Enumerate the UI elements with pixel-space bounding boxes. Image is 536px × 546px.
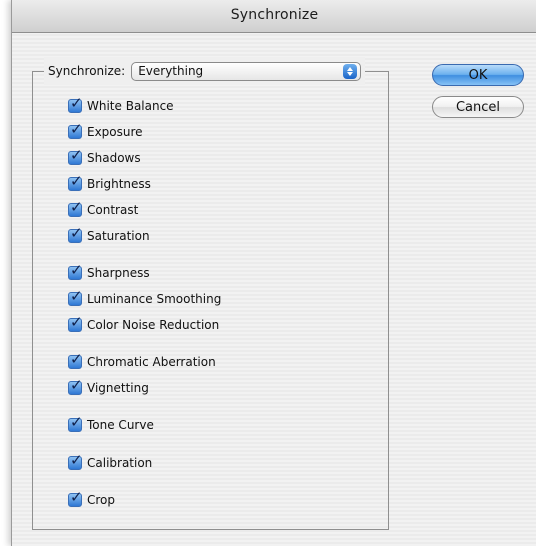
checkbox-contrast[interactable]: ✓ Contrast bbox=[68, 198, 139, 219]
checkbox-label: Vignetting bbox=[87, 381, 149, 395]
checkmark-icon: ✓ bbox=[70, 376, 83, 394]
checkmark-icon: ✓ bbox=[70, 287, 83, 305]
checkbox-chromatic-aberration[interactable]: ✓ Chromatic Aberration bbox=[68, 350, 216, 371]
checkbox-box[interactable]: ✓ bbox=[68, 146, 83, 165]
checkbox-box[interactable]: ✓ bbox=[68, 451, 83, 470]
checkbox-luminance-smoothing[interactable]: ✓ Luminance Smoothing bbox=[68, 287, 222, 308]
checkbox-label: Tone Curve bbox=[87, 418, 154, 432]
checkmark-icon: ✓ bbox=[70, 451, 83, 469]
checkbox-label: Calibration bbox=[87, 456, 153, 470]
checkbox-box[interactable]: ✓ bbox=[68, 413, 83, 432]
checkmark-icon: ✓ bbox=[70, 488, 83, 506]
checkbox-calibration[interactable]: ✓ Calibration bbox=[68, 451, 153, 472]
checkmark-icon: ✓ bbox=[70, 120, 83, 138]
checkbox-label: Exposure bbox=[87, 125, 143, 139]
checkbox-brightness[interactable]: ✓ Brightness bbox=[68, 172, 151, 193]
checkmark-icon: ✓ bbox=[70, 146, 83, 164]
checkbox-box[interactable]: ✓ bbox=[68, 198, 83, 217]
checkbox-saturation[interactable]: ✓ Saturation bbox=[68, 224, 150, 245]
checkmark-icon: ✓ bbox=[70, 198, 83, 216]
checkbox-box[interactable]: ✓ bbox=[68, 172, 83, 191]
synchronize-legend: Synchronize: Everything bbox=[44, 57, 366, 85]
synchronize-select[interactable]: Everything bbox=[131, 61, 362, 81]
checkbox-tone-curve[interactable]: ✓ Tone Curve bbox=[68, 413, 154, 434]
synchronize-dialog: Synchronize Synchronize: Everything ✓ Wh… bbox=[11, 0, 536, 546]
checkbox-label: Color Noise Reduction bbox=[87, 318, 220, 332]
checkbox-box[interactable]: ✓ bbox=[68, 350, 83, 369]
checkbox-label: Shadows bbox=[87, 151, 141, 165]
checkbox-box[interactable]: ✓ bbox=[68, 313, 83, 332]
checkbox-label: Sharpness bbox=[87, 266, 150, 280]
checkbox-label: Saturation bbox=[87, 229, 150, 243]
checkbox-label: Crop bbox=[87, 493, 116, 507]
checkbox-vignetting[interactable]: ✓ Vignetting bbox=[68, 376, 149, 397]
checkbox-box[interactable]: ✓ bbox=[68, 488, 83, 507]
checkbox-color-noise-reduction[interactable]: ✓ Color Noise Reduction bbox=[68, 313, 220, 334]
checkbox-label: Luminance Smoothing bbox=[87, 292, 222, 306]
checkbox-label: Chromatic Aberration bbox=[87, 355, 216, 369]
checkmark-icon: ✓ bbox=[70, 261, 83, 279]
checkmark-icon: ✓ bbox=[70, 413, 83, 431]
checkbox-box[interactable]: ✓ bbox=[68, 376, 83, 395]
checkbox-crop[interactable]: ✓ Crop bbox=[68, 488, 116, 509]
checkbox-box[interactable]: ✓ bbox=[68, 261, 83, 280]
checkmark-icon: ✓ bbox=[70, 313, 83, 331]
checkmark-icon: ✓ bbox=[70, 94, 83, 112]
ok-button[interactable]: OK bbox=[432, 64, 524, 86]
dialog-title: Synchronize bbox=[230, 7, 319, 23]
checkmark-icon: ✓ bbox=[70, 172, 83, 190]
checkbox-white-balance[interactable]: ✓ White Balance bbox=[68, 94, 174, 115]
title-bar: Synchronize bbox=[12, 0, 536, 33]
checkbox-label: White Balance bbox=[87, 99, 174, 113]
checkbox-box[interactable]: ✓ bbox=[68, 287, 83, 306]
checkbox-box[interactable]: ✓ bbox=[68, 120, 83, 139]
cancel-button[interactable]: Cancel bbox=[432, 96, 524, 118]
checkbox-box[interactable]: ✓ bbox=[68, 224, 83, 243]
updown-arrows-icon bbox=[343, 63, 358, 79]
checkbox-label: Contrast bbox=[87, 203, 139, 217]
synchronize-select-value: Everything bbox=[138, 64, 204, 78]
checkbox-exposure[interactable]: ✓ Exposure bbox=[68, 120, 143, 141]
synchronize-label: Synchronize: bbox=[48, 64, 126, 78]
checkbox-label: Brightness bbox=[87, 177, 151, 191]
checkbox-shadows[interactable]: ✓ Shadows bbox=[68, 146, 141, 167]
checkmark-icon: ✓ bbox=[70, 350, 83, 368]
checkmark-icon: ✓ bbox=[70, 224, 83, 242]
checkbox-sharpness[interactable]: ✓ Sharpness bbox=[68, 261, 150, 282]
checkbox-box[interactable]: ✓ bbox=[68, 94, 83, 113]
